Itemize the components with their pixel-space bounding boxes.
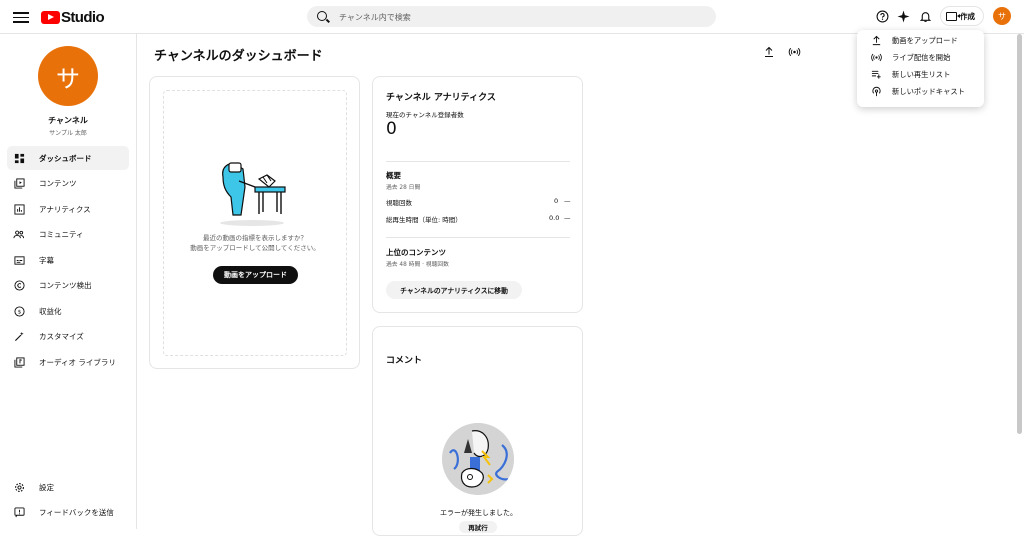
dashboard-icon (13, 152, 25, 164)
sidebar-item-audio-library[interactable]: オーディオ ライブラリ (7, 350, 129, 374)
upload-prompt-line2: 動画をアップロードして公開してください。 (190, 244, 320, 252)
divider (386, 237, 570, 238)
upload-card: 最近の動画の指標を表示しますか？ 動画をアップロードして公開してください。 動画… (149, 76, 360, 369)
comments-title: コメント (386, 356, 423, 366)
subscribers-label: 現在のチャンネル登録者数 (386, 111, 464, 119)
divider (386, 161, 570, 162)
upload-video-button[interactable] (759, 42, 779, 62)
search-icon[interactable] (317, 11, 327, 21)
subscribers-count: 0 (386, 119, 397, 139)
menu-item-upload-video[interactable]: 動画をアップロード (857, 32, 984, 49)
live-icon (788, 43, 801, 62)
create-video-icon (946, 11, 960, 21)
summary-title: 概要 (386, 171, 401, 180)
svg-text:$: $ (17, 309, 21, 315)
menu-item-label: ライブ配信を開始 (892, 52, 951, 62)
sidebar-item-label: オーディオ ライブラリ (39, 357, 116, 367)
metric-watchtime-value: 0.0 (549, 214, 560, 222)
studio-logo[interactable]: Studio (41, 7, 105, 27)
page-title: チャンネルのダッシュボード (154, 49, 323, 64)
settings-icon (13, 481, 25, 493)
channel-name: サンプル 太郎 (49, 130, 87, 137)
podcast-icon (871, 86, 882, 97)
sidebar: サ チャンネル サンプル 太郎 ダッシュボード コンテンツ アナリティクス コミ… (0, 34, 137, 529)
sidebar-item-label: カスタマイズ (39, 331, 84, 341)
upload-prompt-line1: 最近の動画の指標を表示しますか？ (203, 234, 307, 242)
sidebar-item-label: コンテンツ検出 (39, 280, 92, 290)
metric-views-trend: — (564, 197, 571, 205)
search-input[interactable] (337, 9, 701, 26)
top-bar: Studio 作成 サ (0, 0, 1024, 34)
menu-item-label: 新しいポッドキャスト (892, 86, 965, 96)
sidebar-item-monetization[interactable]: $ 収益化 (7, 299, 129, 323)
sidebar-item-content-detection[interactable]: コンテンツ検出 (7, 273, 129, 297)
channel-label: チャンネル (48, 116, 88, 125)
sidebar-item-label: 字幕 (39, 255, 54, 265)
channel-analytics-card: チャンネル アナリティクス 現在のチャンネル登録者数 0 概要 過去 28 日間… (372, 76, 583, 313)
upload-illustration (215, 157, 290, 227)
menu-item-label: 動画をアップロード (892, 35, 958, 45)
retry-button[interactable]: 再試行 (459, 521, 497, 533)
metric-views-value: 0 (554, 197, 559, 205)
youtube-logo-icon (41, 10, 60, 24)
channel-avatar[interactable]: サ (38, 46, 98, 106)
create-label: 作成 (960, 11, 975, 21)
audio-library-icon (13, 356, 25, 368)
top-content-period: 過去 48 時間 · 視聴回数 (386, 262, 449, 268)
sidebar-item-label: 設定 (39, 482, 54, 492)
sidebar-item-label: ダッシュボード (39, 153, 92, 163)
error-illustration (442, 423, 514, 495)
sidebar-item-subtitles[interactable]: 字幕 (7, 248, 129, 272)
create-button[interactable]: 作成 (940, 6, 984, 26)
logo-text: Studio (61, 8, 105, 26)
create-menu: 動画をアップロード ライブ配信を開始 新しい再生リスト 新しいポッドキャスト (857, 30, 984, 107)
metric-watchtime-trend: — (564, 214, 571, 222)
copyright-icon (13, 279, 25, 291)
sidebar-item-customize[interactable]: カスタマイズ (7, 324, 129, 348)
sidebar-item-label: コンテンツ (39, 178, 77, 188)
search-box[interactable] (307, 6, 716, 27)
sidebar-item-content[interactable]: コンテンツ (7, 171, 129, 195)
help-icon[interactable] (874, 8, 890, 24)
account-avatar[interactable]: サ (993, 7, 1011, 25)
sidebar-item-label: コミュニティ (39, 229, 84, 239)
upload-icon (763, 43, 775, 62)
upload-icon (871, 35, 882, 46)
playlist-add-icon (871, 69, 882, 80)
metric-views-label: 視聴回数 (386, 199, 412, 207)
sidebar-item-feedback[interactable]: フィードバックを送信 (7, 500, 129, 524)
comments-error-text: エラーが発生しました。 (440, 509, 517, 517)
menu-item-new-podcast[interactable]: 新しいポッドキャスト (857, 83, 984, 100)
menu-item-go-live[interactable]: ライブ配信を開始 (857, 49, 984, 66)
community-icon (13, 228, 25, 240)
page-scrollbar[interactable] (1017, 34, 1022, 434)
sidebar-item-analytics[interactable]: アナリティクス (7, 197, 129, 221)
upload-video-cta-button[interactable]: 動画をアップロード (213, 266, 298, 284)
sidebar-item-dashboard[interactable]: ダッシュボード (7, 146, 129, 170)
summary-period: 過去 28 日間 (386, 185, 421, 191)
notifications-icon[interactable] (917, 8, 933, 24)
go-to-analytics-button[interactable]: チャンネルのアナリティクスに移動 (386, 281, 522, 299)
analytics-icon (13, 203, 25, 215)
customize-icon (13, 330, 25, 342)
go-live-button[interactable] (784, 42, 804, 62)
sidebar-item-label: アナリティクス (39, 204, 91, 214)
feedback-icon (13, 506, 25, 518)
menu-item-label: 新しい再生リスト (892, 69, 951, 79)
analytics-title: チャンネル アナリティクス (386, 93, 496, 103)
comments-card: コメント エラーが発生しました。 再試行 (372, 326, 583, 536)
sidebar-item-settings[interactable]: 設定 (7, 475, 129, 499)
subtitles-icon (13, 254, 25, 266)
sidebar-item-community[interactable]: コミュニティ (7, 222, 129, 246)
sidebar-item-label: フィードバックを送信 (39, 507, 114, 517)
monetization-icon: $ (13, 305, 25, 317)
menu-item-new-playlist[interactable]: 新しい再生リスト (857, 66, 984, 83)
live-icon (871, 52, 882, 63)
top-content-title: 上位のコンテンツ (386, 248, 446, 257)
menu-icon[interactable] (13, 9, 29, 23)
sidebar-item-label: 収益化 (39, 306, 62, 316)
content-icon (13, 177, 25, 189)
metric-watchtime-label: 総再生時間（単位: 時間） (386, 216, 462, 224)
sparkle-icon[interactable] (895, 8, 911, 24)
